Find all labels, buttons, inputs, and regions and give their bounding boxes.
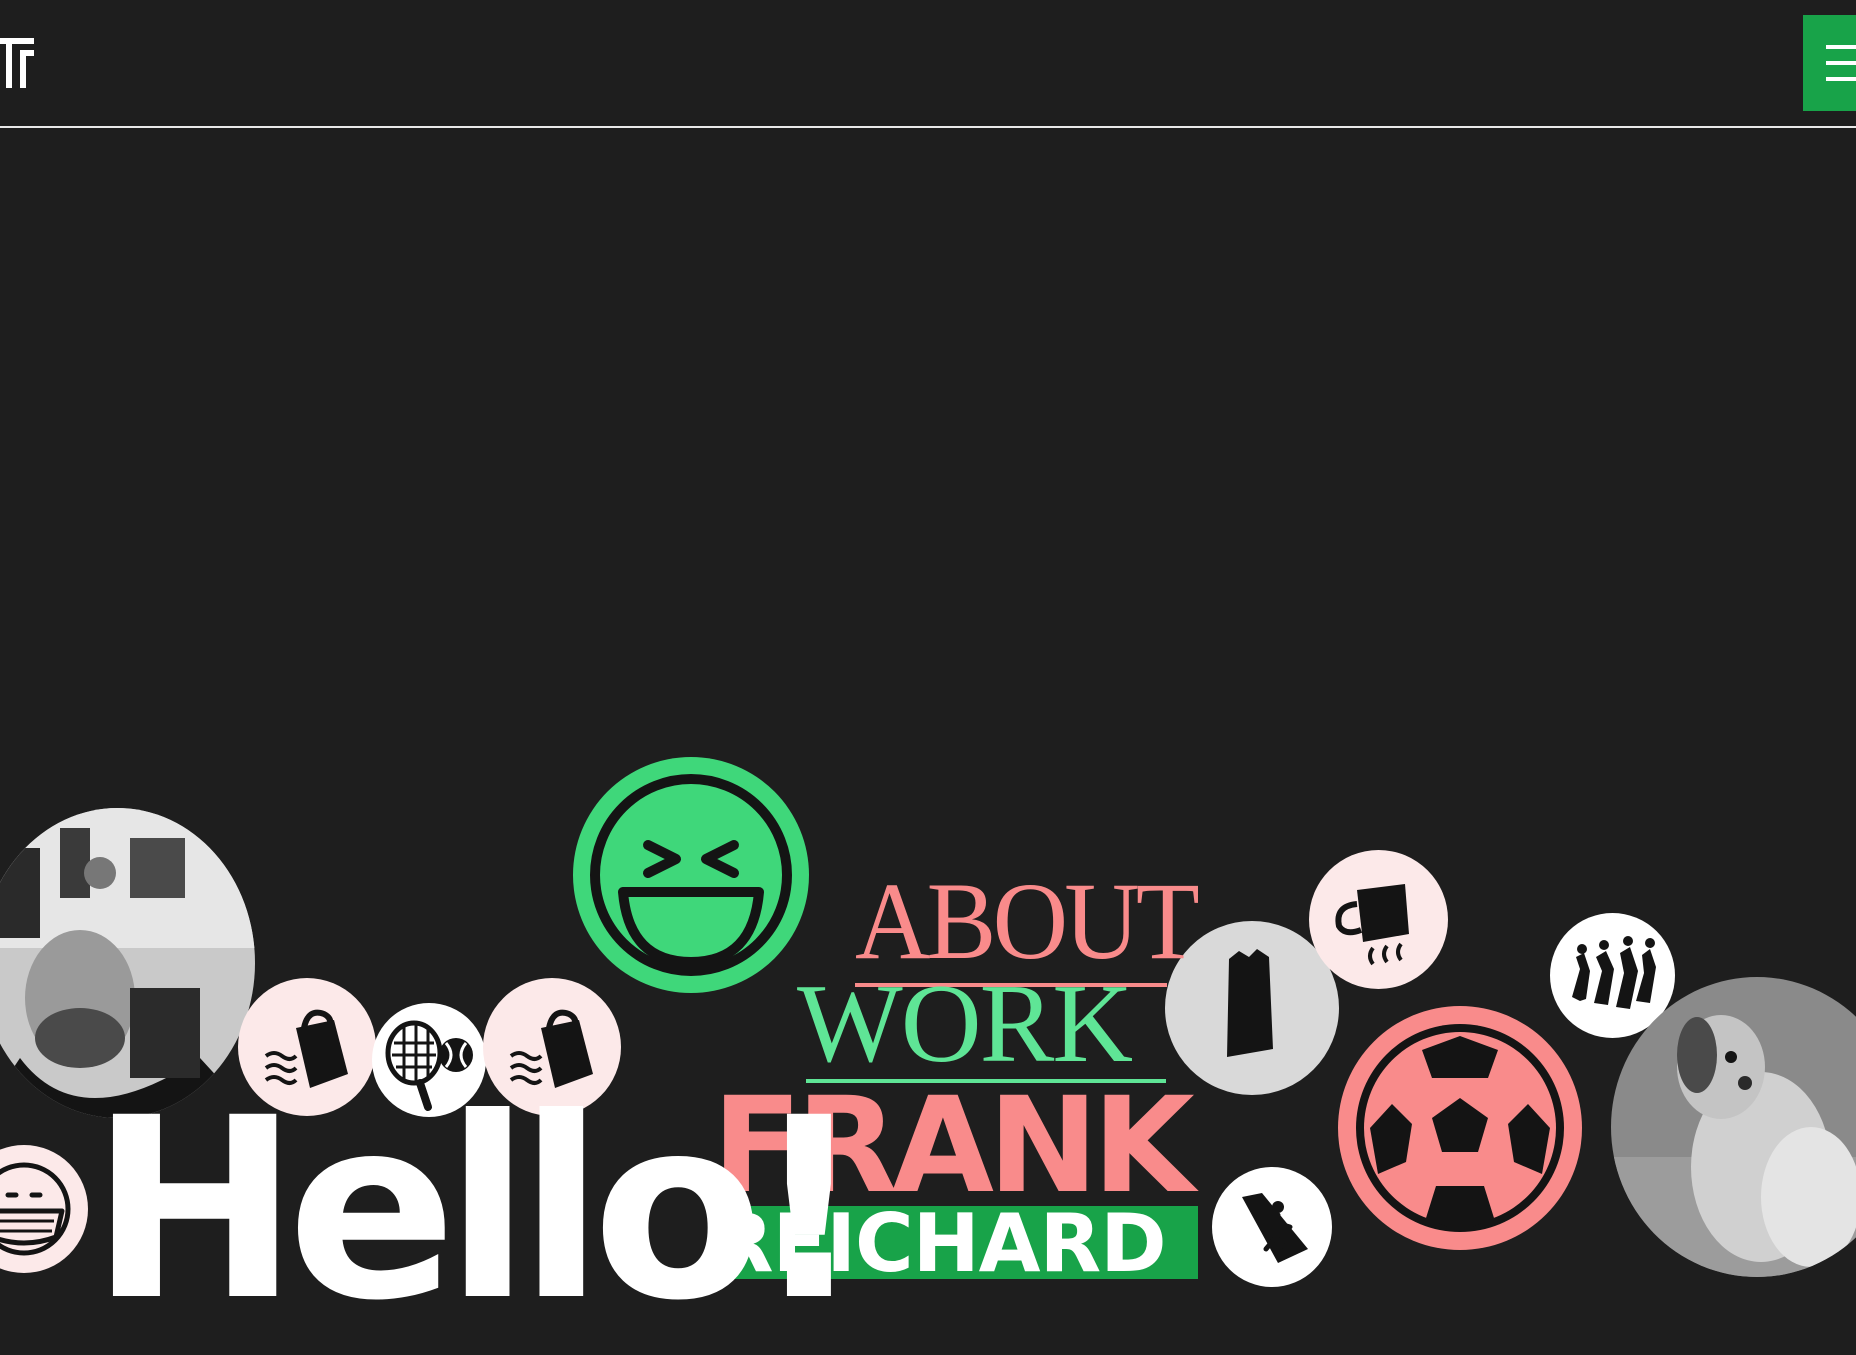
laughing-face-icon xyxy=(573,757,809,993)
hello-greeting: Hello! xyxy=(90,1064,866,1355)
site-header xyxy=(0,0,1856,128)
menu-bar xyxy=(1826,61,1856,65)
hamburger-menu-button[interactable] xyxy=(1803,15,1856,111)
hot-mug-icon xyxy=(1309,850,1448,989)
soccer-ball-icon xyxy=(1338,1006,1582,1250)
nav-about-link[interactable]: ABOUT xyxy=(855,866,1200,976)
menu-bar xyxy=(1826,77,1856,81)
fr-monogram-logo[interactable] xyxy=(0,36,36,88)
hamburger-menu-icon xyxy=(1826,45,1856,49)
escalator-icon xyxy=(1212,1167,1332,1287)
face-mask-icon xyxy=(0,1145,88,1273)
